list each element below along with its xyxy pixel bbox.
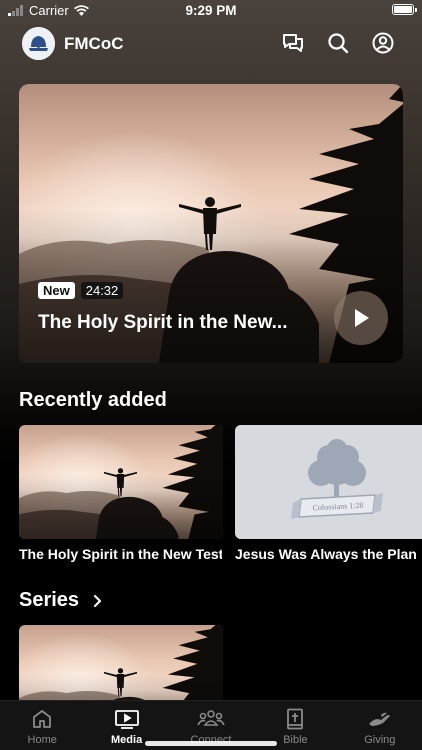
play-button[interactable] xyxy=(334,291,388,345)
duration-badge: 24:32 xyxy=(80,282,124,299)
series-heading: Series xyxy=(19,589,80,611)
search-icon xyxy=(328,33,349,54)
featured-media-card[interactable]: New 24:32 The Holy Spirit in the New... xyxy=(19,84,403,363)
media-thumbnail[interactable]: Colossians 1:28 xyxy=(235,425,422,539)
play-icon xyxy=(355,309,369,327)
church-logo[interactable] xyxy=(22,27,55,60)
app-screen: Carrier 9:29 PM FMCoC New 24:32 The Holy… xyxy=(0,0,422,750)
new-badge: New xyxy=(38,282,75,299)
media-card-title[interactable]: Jesus Was Always the Plan xyxy=(235,546,422,562)
media-icon xyxy=(114,710,139,729)
home-icon xyxy=(33,710,52,728)
people-icon xyxy=(197,710,225,726)
bible-icon xyxy=(287,708,304,730)
profile-icon xyxy=(372,32,394,54)
media-card-title[interactable]: The Holy Spirit in the New Testament xyxy=(19,546,222,562)
tab-label: Media xyxy=(111,734,143,746)
tab-giving[interactable]: Giving xyxy=(338,701,422,750)
app-header: FMCoC xyxy=(0,26,422,62)
giving-icon xyxy=(368,712,390,726)
chat-button[interactable] xyxy=(280,30,306,56)
recently-added-heading: Recently added xyxy=(19,389,167,411)
chevron-right-icon xyxy=(93,594,102,607)
battery-icon xyxy=(392,4,417,15)
status-time: 9:29 PM xyxy=(185,3,237,18)
media-thumbnail[interactable] xyxy=(19,425,223,539)
featured-title: The Holy Spirit in the New... xyxy=(38,312,288,333)
tab-home[interactable]: Home xyxy=(0,701,84,750)
tree-illustration xyxy=(235,425,422,539)
hero-badges: New 24:32 xyxy=(38,282,124,299)
tab-label: Bible xyxy=(283,734,308,746)
tab-label: Home xyxy=(27,734,57,746)
series-header[interactable]: Series xyxy=(19,589,103,612)
brand-name: FMCoC xyxy=(64,34,124,53)
tab-label: Giving xyxy=(364,734,396,746)
chat-icon xyxy=(283,34,303,52)
status-bar: Carrier 9:29 PM xyxy=(0,0,422,22)
thumbnail-image xyxy=(19,425,223,539)
search-button[interactable] xyxy=(325,30,351,56)
home-indicator xyxy=(145,741,277,746)
profile-button[interactable] xyxy=(370,30,396,56)
